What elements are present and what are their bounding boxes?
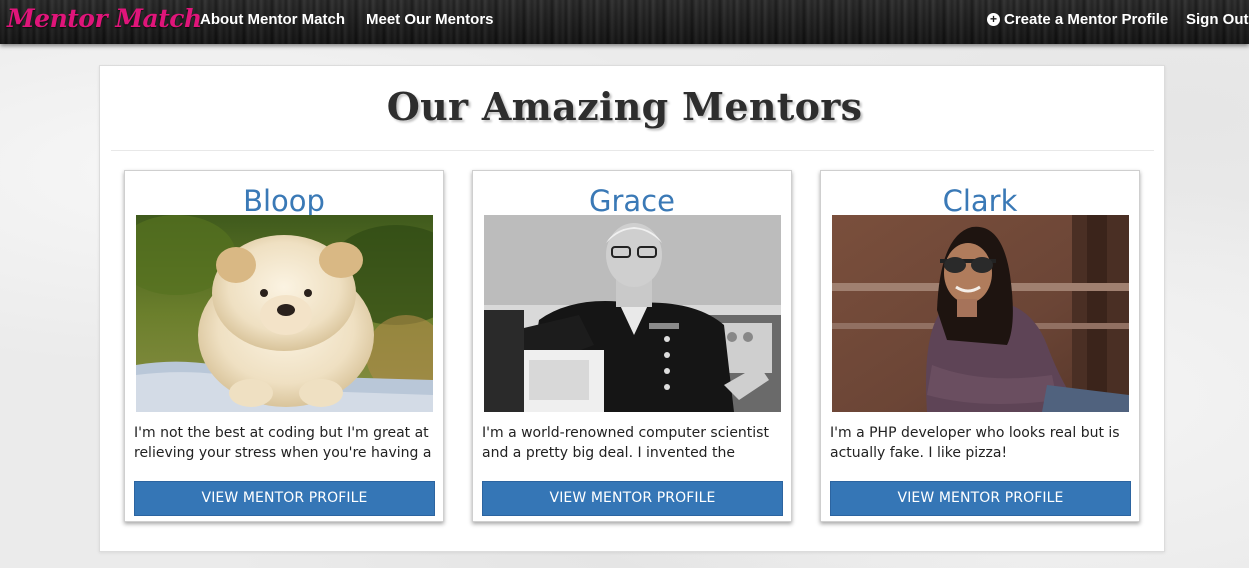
nav-about-link[interactable]: About Mentor Match: [200, 11, 345, 28]
mentor-card-clark: Clark I'm a PHP developer who looks real…: [820, 170, 1140, 522]
mentor-card-bloop: Bloop I'm not the best at coding but I'm…: [124, 170, 444, 522]
mentor-name: Grace: [589, 184, 675, 218]
create-profile-link[interactable]: + Create a Mentor Profile: [987, 11, 1168, 28]
mentor-bio: I'm a world-renowned computer scientist …: [482, 425, 769, 461]
top-navbar: Mentor Match About Mentor Match Meet Our…: [0, 0, 1249, 44]
nav-mentors-link[interactable]: Meet Our Mentors: [366, 11, 494, 28]
grace-photo: [484, 215, 781, 412]
sign-out-link[interactable]: Sign Out: [1186, 11, 1249, 28]
page-title: Our Amazing Mentors: [386, 84, 863, 129]
puppy-photo: [136, 215, 433, 412]
view-mentor-profile-button[interactable]: VIEW MENTOR PROFILE: [482, 481, 783, 516]
view-mentor-profile-button[interactable]: VIEW MENTOR PROFILE: [830, 481, 1131, 516]
mentor-card-grace: Grace I'm a world-renowned computer scie…: [472, 170, 792, 522]
view-mentor-profile-button[interactable]: VIEW MENTOR PROFILE: [134, 481, 435, 516]
mentor-bio: I'm not the best at coding but I'm great…: [134, 425, 432, 461]
mentor-bio: I'm a PHP developer who looks real but i…: [830, 425, 1120, 461]
clark-photo: [832, 215, 1129, 412]
mentor-name: Clark: [942, 184, 1018, 218]
plus-circle-icon: +: [987, 13, 1000, 26]
brand-logo[interactable]: Mentor Match: [7, 4, 202, 33]
title-divider: [111, 150, 1154, 151]
mentor-name: Bloop: [243, 184, 325, 218]
create-profile-label: Create a Mentor Profile: [1004, 11, 1169, 28]
